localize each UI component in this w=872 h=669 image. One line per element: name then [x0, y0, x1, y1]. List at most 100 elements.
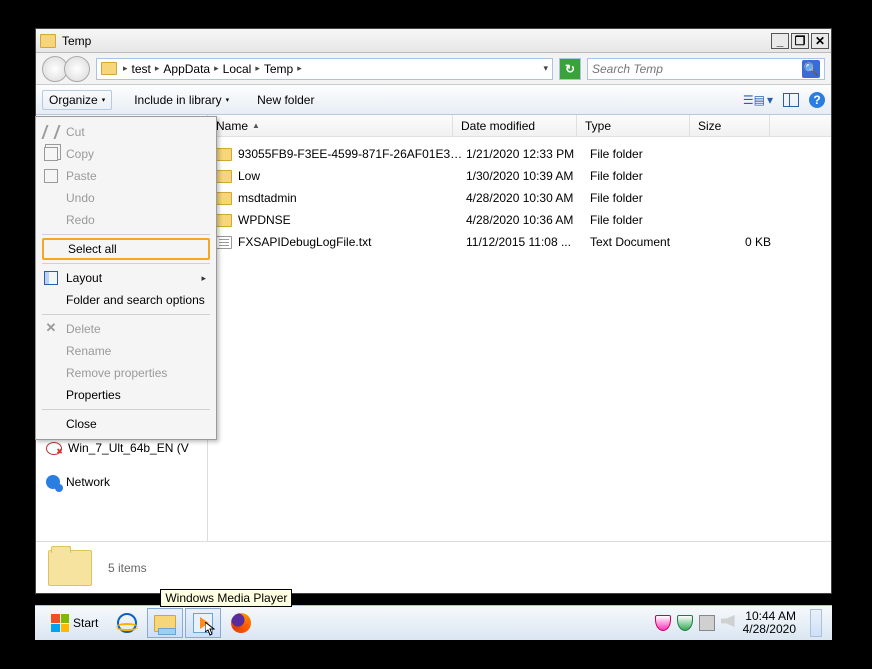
menu-close[interactable]: Close — [38, 413, 214, 435]
system-tray: 10:44 AM 4/28/2020 — [655, 609, 826, 637]
column-date[interactable]: Date modified — [453, 115, 577, 136]
ie-icon — [117, 613, 137, 633]
menu-rename: Rename — [38, 340, 214, 362]
windows-logo-icon — [51, 614, 69, 632]
menu-folder-options[interactable]: Folder and search options — [38, 289, 214, 311]
taskbar-firefox[interactable] — [223, 608, 259, 638]
text-file-icon — [216, 236, 232, 249]
close-button[interactable]: ✕ — [811, 33, 829, 49]
network-tray-icon[interactable] — [699, 615, 715, 631]
file-row[interactable]: Low1/30/2020 10:39 AMFile folder — [208, 165, 831, 187]
file-row[interactable]: FXSAPIDebugLogFile.txt11/12/2015 11:08 .… — [208, 231, 831, 253]
crumb-local[interactable]: Local — [221, 62, 254, 76]
taskbar: Start Windows Media Player 10:44 AM 4/28… — [35, 605, 832, 640]
menu-undo: Undo — [38, 187, 214, 209]
forward-button[interactable] — [64, 56, 90, 82]
wmp-icon — [193, 613, 213, 633]
menu-select-all[interactable]: Select all — [42, 238, 210, 260]
folder-icon — [48, 550, 92, 586]
crumb-test[interactable]: test — [130, 62, 153, 76]
firefox-icon — [231, 613, 251, 633]
file-date: 11/12/2015 11:08 ... — [466, 235, 590, 249]
window-title: Temp — [62, 34, 771, 48]
address-bar: ▸ test ▸ AppData ▸ Local ▸ Temp ▸ ▾ ↻ 🔍 — [36, 53, 831, 85]
file-name: 93055FB9-F3EE-4599-871F-26AF01E39EE8 — [238, 147, 466, 161]
menu-properties[interactable]: Properties — [38, 384, 214, 406]
file-size: 0 KB — [703, 235, 783, 249]
maximize-button[interactable]: ❐ — [791, 33, 809, 49]
refresh-button[interactable]: ↻ — [559, 58, 581, 80]
file-date: 1/21/2020 12:33 PM — [466, 147, 590, 161]
dvd-drive-icon — [46, 442, 62, 455]
details-pane: 5 items — [36, 541, 831, 593]
volume-icon[interactable] — [721, 615, 735, 627]
search-box[interactable]: 🔍 — [587, 58, 825, 80]
file-name: msdtadmin — [238, 191, 466, 205]
menu-cut: Cut — [38, 121, 214, 143]
menu-copy: Copy — [38, 143, 214, 165]
clock[interactable]: 10:44 AM 4/28/2020 — [743, 610, 796, 636]
file-date: 4/28/2020 10:30 AM — [466, 191, 590, 205]
security-icon[interactable] — [677, 615, 693, 631]
column-headers: Name▲ Date modified Type Size — [208, 115, 831, 137]
file-list: Name▲ Date modified Type Size 93055FB9-F… — [208, 115, 831, 541]
crumb-appdata[interactable]: AppData — [161, 62, 212, 76]
file-type: File folder — [590, 169, 703, 183]
action-center-icon[interactable] — [655, 615, 671, 631]
breadcrumb[interactable]: ▸ test ▸ AppData ▸ Local ▸ Temp ▸ ▾ — [96, 58, 553, 80]
submenu-arrow-icon: ▸ — [201, 273, 206, 284]
item-count: 5 items — [108, 561, 147, 575]
folder-icon — [216, 170, 232, 183]
help-button[interactable]: ? — [809, 92, 825, 108]
file-date: 1/30/2020 10:39 AM — [466, 169, 590, 183]
menu-delete: ✕Delete — [38, 318, 214, 340]
menu-redo: Redo — [38, 209, 214, 231]
file-type: File folder — [590, 147, 703, 161]
folder-icon — [216, 192, 232, 205]
tree-item-dvd[interactable]: Win_7_Ult_64b_EN (V — [46, 439, 201, 457]
tree-item-network[interactable]: Network — [46, 473, 201, 491]
include-in-library-button[interactable]: Include in library ▾ — [128, 91, 235, 109]
file-name: FXSAPIDebugLogFile.txt — [238, 235, 466, 249]
menu-paste: Paste — [38, 165, 214, 187]
network-icon — [46, 475, 60, 489]
file-name: WPDNSE — [238, 213, 466, 227]
file-type: File folder — [590, 213, 703, 227]
file-row[interactable]: WPDNSE4/28/2020 10:36 AMFile folder — [208, 209, 831, 231]
folder-icon — [101, 62, 117, 75]
start-button[interactable]: Start — [41, 611, 108, 635]
menu-remove-properties: Remove properties — [38, 362, 214, 384]
column-type[interactable]: Type — [577, 115, 690, 136]
sort-asc-icon: ▲ — [252, 121, 260, 130]
menu-layout[interactable]: Layout▸ — [38, 267, 214, 289]
crumb-temp[interactable]: Temp — [262, 62, 295, 76]
folder-icon — [40, 34, 56, 48]
toolbar: Organize ▾ Include in library ▾ New fold… — [36, 85, 831, 115]
view-button[interactable]: ☰▤ ▾ — [743, 93, 773, 107]
organize-button[interactable]: Organize ▾ — [42, 90, 112, 110]
folder-icon — [216, 148, 232, 161]
explorer-icon — [154, 615, 176, 632]
minimize-button[interactable]: _ — [771, 33, 789, 49]
organize-menu: Cut Copy Paste Undo Redo Select all Layo… — [35, 116, 217, 440]
show-desktop-button[interactable] — [810, 609, 822, 637]
file-type: Text Document — [590, 235, 703, 249]
taskbar-ie[interactable] — [109, 608, 145, 638]
file-row[interactable]: 93055FB9-F3EE-4599-871F-26AF01E39EE81/21… — [208, 143, 831, 165]
taskbar-wmp[interactable]: Windows Media Player — [185, 608, 221, 638]
file-type: File folder — [590, 191, 703, 205]
wmp-tooltip: Windows Media Player — [160, 589, 292, 607]
new-folder-button[interactable]: New folder — [251, 91, 320, 109]
file-row[interactable]: msdtadmin4/28/2020 10:30 AMFile folder — [208, 187, 831, 209]
address-dropdown-icon[interactable]: ▾ — [543, 63, 548, 74]
column-size[interactable]: Size — [690, 115, 770, 136]
file-date: 4/28/2020 10:36 AM — [466, 213, 590, 227]
file-name: Low — [238, 169, 466, 183]
title-bar: Temp _ ❐ ✕ — [36, 29, 831, 53]
search-input[interactable] — [592, 62, 802, 76]
folder-icon — [216, 214, 232, 227]
taskbar-explorer[interactable] — [147, 608, 183, 638]
preview-pane-button[interactable] — [783, 93, 799, 107]
search-icon[interactable]: 🔍 — [802, 60, 820, 78]
column-name[interactable]: Name▲ — [208, 115, 453, 136]
